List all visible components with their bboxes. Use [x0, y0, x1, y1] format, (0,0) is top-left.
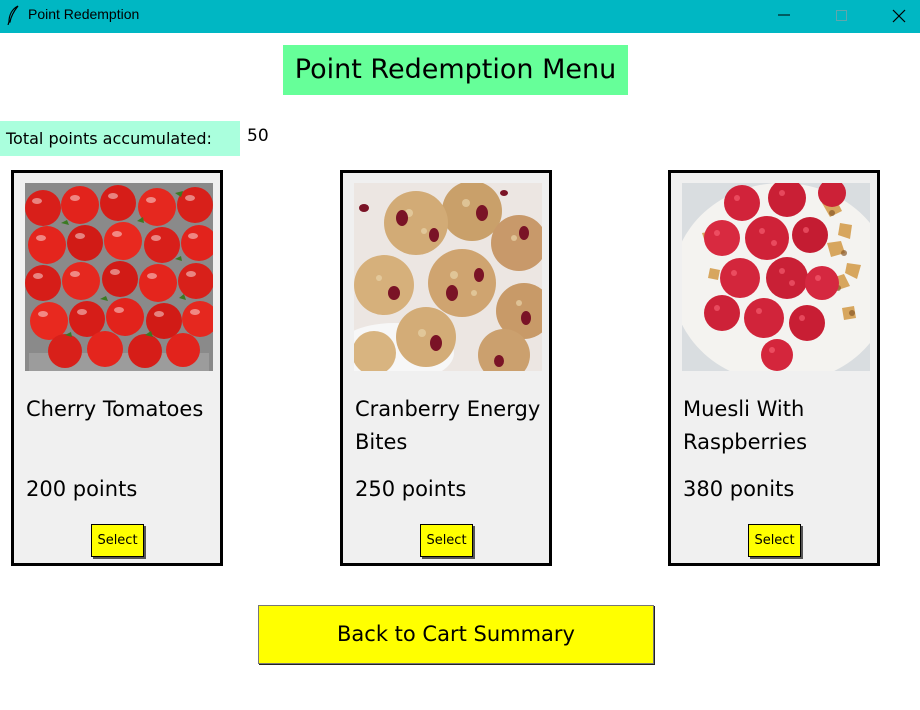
close-button[interactable] — [870, 0, 920, 33]
cranberry-energy-bites-image — [354, 183, 542, 371]
item-name: Muesli With Raspberries — [683, 397, 808, 454]
minimize-button[interactable] — [755, 0, 813, 33]
close-icon — [892, 9, 906, 23]
select-button[interactable]: Select — [91, 524, 144, 557]
muesli-raspberries-image — [682, 183, 870, 371]
maximize-button[interactable] — [813, 0, 871, 33]
minimize-icon — [778, 14, 790, 16]
feather-icon — [6, 5, 22, 26]
back-to-cart-summary-button[interactable]: Back to Cart Summary — [258, 605, 654, 664]
page-title: Point Redemption Menu — [283, 45, 628, 95]
item-name: Cranberry Energy Bites — [355, 397, 541, 454]
points-label: Total points accumulated: — [0, 121, 240, 156]
select-button[interactable]: Select — [420, 524, 473, 557]
cherry-tomatoes-image — [25, 183, 213, 371]
window-title: Point Redemption — [28, 6, 140, 22]
select-button[interactable]: Select — [748, 524, 801, 557]
item-points: 200 points — [26, 477, 138, 501]
points-value: 50 — [247, 126, 269, 146]
reward-card: Cherry Tomatoes 200 points Select — [11, 170, 223, 566]
maximize-icon — [836, 10, 847, 21]
window-titlebar[interactable]: Point Redemption — [0, 0, 920, 33]
item-points: 250 points — [355, 477, 467, 501]
item-name: Cherry Tomatoes — [26, 397, 204, 421]
reward-card: Muesli With Raspberries 380 ponits Selec… — [668, 170, 880, 566]
item-points: 380 ponits — [683, 477, 795, 501]
reward-card: Cranberry Energy Bites 250 points Select — [340, 170, 552, 566]
